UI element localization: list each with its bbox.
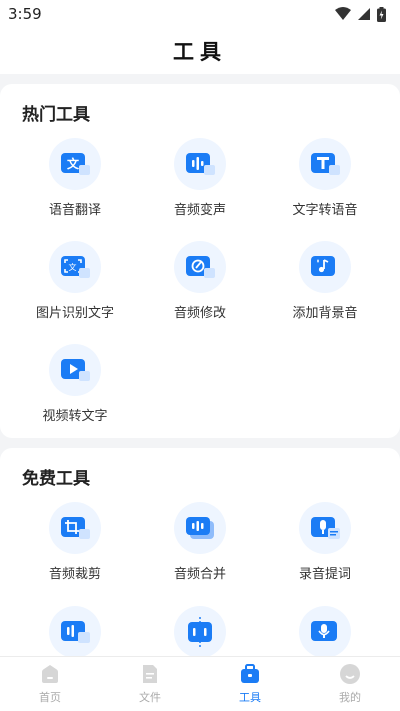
signal-icon [358,8,370,20]
home-icon [42,665,58,683]
profile-icon [340,664,360,684]
background-music-icon [311,256,335,276]
tool-label: 添加背景音 [292,306,358,321]
nav-label: 首页 [39,691,61,704]
tool-label: 视频转文字 [42,409,108,424]
nav-label: 我的 [339,691,361,704]
status-icons [335,6,386,22]
audio-convert-icon [61,621,90,643]
tool-audio-edit[interactable]: 音频修改 [135,241,265,321]
translate-icon: 文 [61,153,90,175]
status-time: 3:59 [8,5,42,23]
tool-voice-change[interactable]: 音频变声 [135,138,265,218]
free-tools-card: 免费工具 音频裁剪 音频合并 录音提词 [0,448,400,678]
image-ocr-icon: 文 [61,256,90,278]
bottom-nav: 首页 文件 工具 我的 [0,656,400,711]
tool-voice-translate[interactable]: 文 语音翻译 [10,138,140,218]
microphone-icon [311,621,337,641]
teleprompter-icon [311,517,340,539]
nav-file[interactable]: 文件 [110,663,190,705]
tool-label: 音频合并 [173,567,226,582]
crop-audio-icon [61,517,90,539]
status-bar: 3:59 [0,0,400,28]
audio-split-icon [188,617,212,647]
voice-change-icon [186,153,215,175]
tool-video-to-text[interactable]: 视频转文字 [10,344,140,424]
nav-label: 文件 [139,691,161,704]
tool-merge-audio[interactable]: 音频合并 [135,502,265,582]
nav-profile[interactable]: 我的 [310,663,390,705]
page-header: 工具 [0,28,400,74]
battery-icon [377,6,386,22]
tool-label: 图片识别文字 [35,306,114,321]
free-tools-title: 免费工具 [22,469,90,489]
tool-label: 音频修改 [173,306,226,321]
tool-image-ocr[interactable]: 文 图片识别文字 [10,241,140,321]
tool-label: 录音提词 [298,567,351,582]
svg-text:文: 文 [69,262,77,272]
svg-text:文: 文 [67,156,80,171]
video-to-text-icon [61,359,90,381]
tool-background-music[interactable]: 添加背景音 [260,241,390,321]
tool-label: 音频裁剪 [48,567,101,582]
text-to-speech-icon [311,153,340,175]
toolbox-icon [241,664,259,683]
nav-tools[interactable]: 工具 [210,663,290,705]
hot-tools-title: 热门工具 [22,105,90,125]
hot-tools-card: 热门工具 文 语音翻译 音频变声 文字转语音 文 图片识别文字 音频修改 添加背… [0,84,400,438]
tool-label: 音频变声 [173,203,226,218]
nav-home[interactable]: 首页 [10,663,90,705]
wifi-icon [335,7,351,20]
tool-label: 语音翻译 [48,203,101,218]
nav-label: 工具 [239,691,261,704]
merge-audio-icon [186,517,214,539]
tool-crop-audio[interactable]: 音频裁剪 [10,502,140,582]
tool-label: 文字转语音 [292,203,358,218]
audio-edit-icon [186,256,215,278]
page-title: 工具 [173,40,227,64]
tool-text-to-speech[interactable]: 文字转语音 [260,138,390,218]
tool-teleprompter[interactable]: 录音提词 [260,502,390,582]
file-icon [143,665,157,683]
